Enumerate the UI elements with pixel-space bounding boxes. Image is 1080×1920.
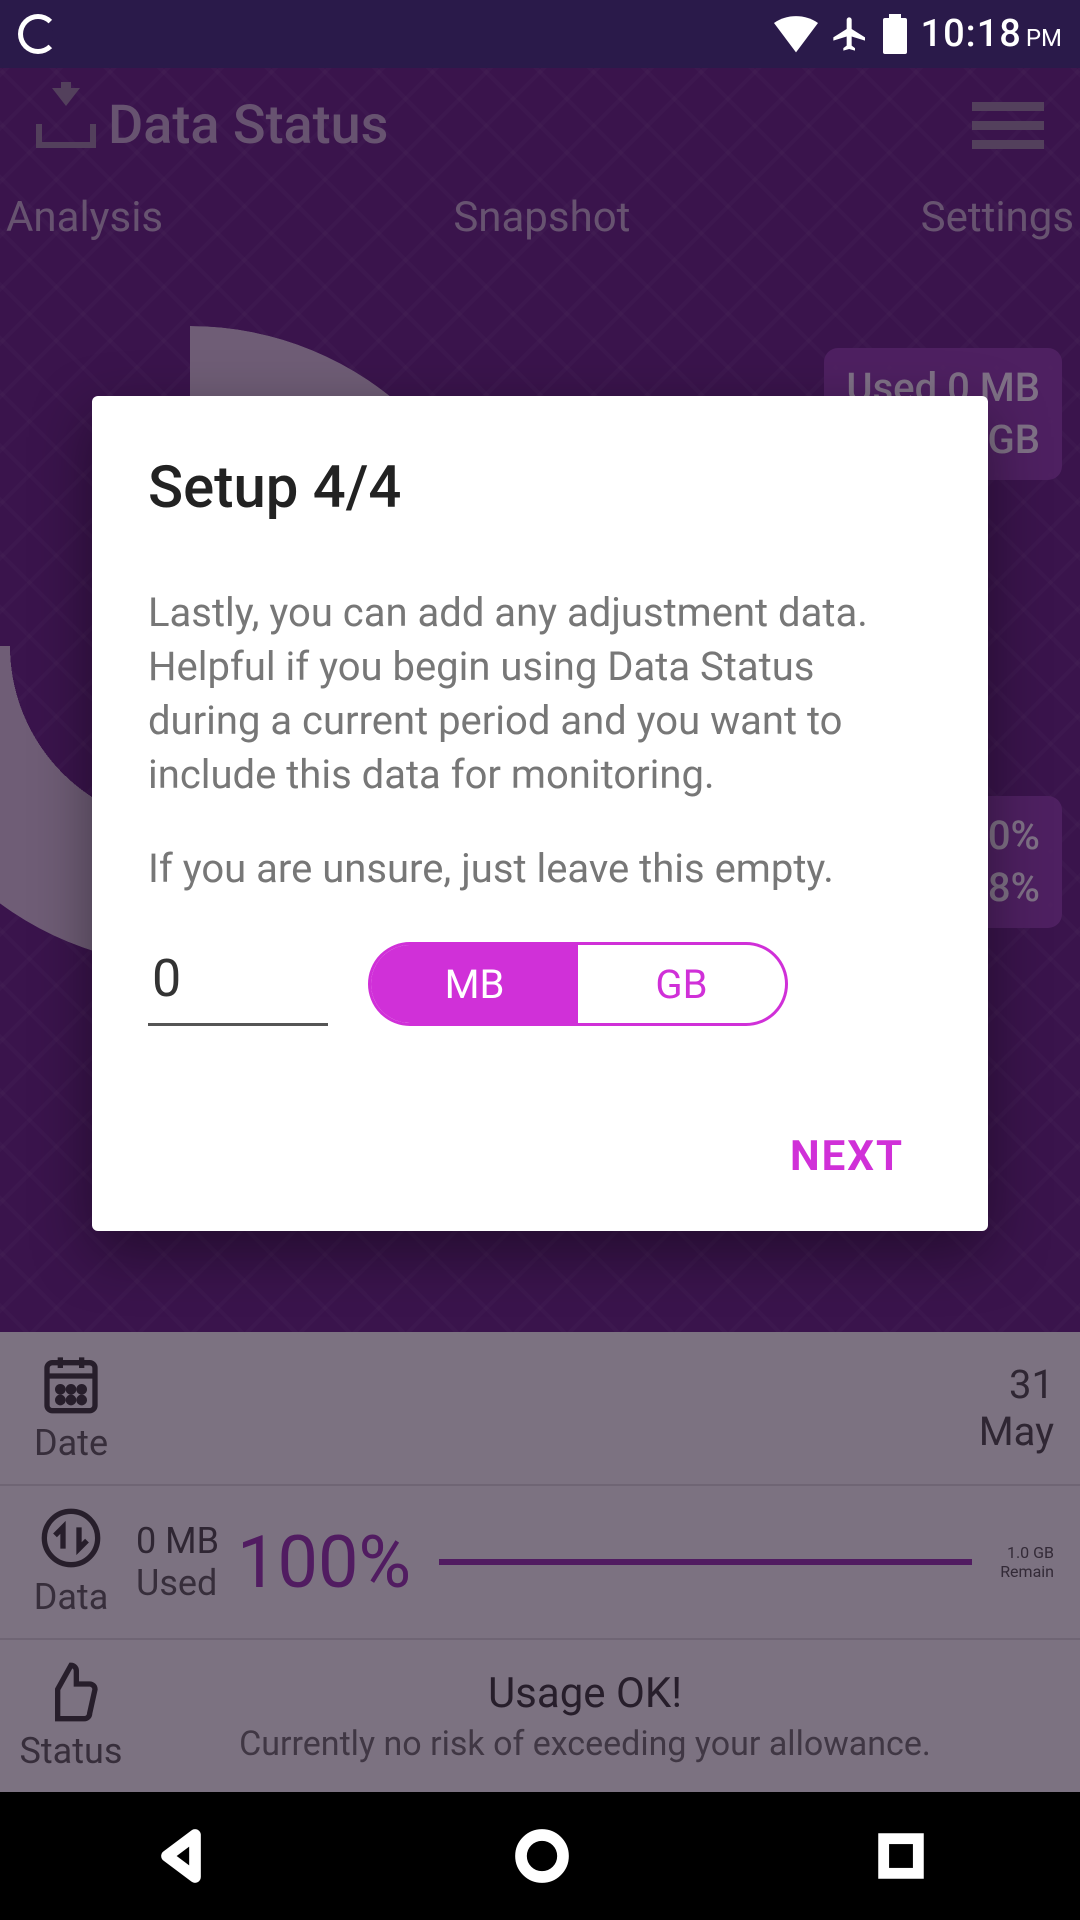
- nav-home-icon[interactable]: [514, 1828, 570, 1884]
- next-button[interactable]: NEXT: [762, 1116, 932, 1197]
- status-time: 10:18PM: [920, 12, 1062, 56]
- dialog-body: Lastly, you can add any adjustment data.…: [148, 586, 932, 896]
- android-navbar: [0, 1792, 1080, 1920]
- nav-back-icon[interactable]: [153, 1828, 209, 1884]
- loading-spinner-icon: [18, 14, 58, 54]
- airplane-mode-icon: [830, 14, 870, 54]
- app-content: Data Status Analysis Snapshot Settings U…: [0, 68, 1080, 1792]
- unit-gb-button[interactable]: GB: [578, 945, 785, 1023]
- nav-recent-icon[interactable]: [875, 1830, 927, 1882]
- dialog-paragraph-1: Lastly, you can add any adjustment data.…: [148, 586, 932, 802]
- dialog-input-row: MB GB: [148, 942, 932, 1026]
- adjustment-input[interactable]: [148, 942, 328, 1026]
- setup-dialog: Setup 4/4 Lastly, you can add any adjust…: [92, 396, 988, 1231]
- wifi-icon: [774, 15, 818, 53]
- dialog-actions: NEXT: [148, 1116, 932, 1197]
- dialog-title: Setup 4/4: [148, 454, 932, 522]
- unit-segmented-control: MB GB: [368, 942, 788, 1026]
- battery-icon: [882, 14, 908, 54]
- status-bar: 10:18PM: [0, 0, 1080, 68]
- dialog-paragraph-2: If you are unsure, just leave this empty…: [148, 842, 932, 896]
- unit-mb-button[interactable]: MB: [371, 945, 578, 1023]
